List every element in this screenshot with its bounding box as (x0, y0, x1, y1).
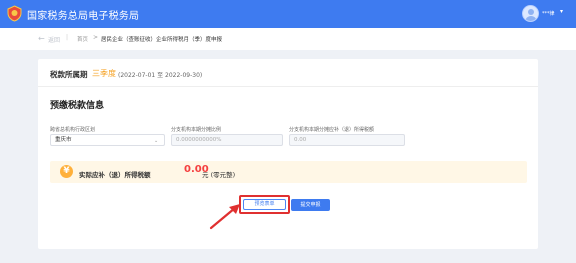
allocated-tax-label: 分支机构本期分摊应补（退）所得税额 (289, 127, 375, 133)
tax-period-range: (2022-07-01 至 2022-09-30) (118, 72, 203, 79)
yuan-coin-icon: ¥ (60, 165, 73, 178)
user-avatar[interactable] (522, 5, 539, 22)
chevron-down-icon[interactable]: ⌄ (154, 138, 158, 144)
region-select[interactable]: 重庆市 (50, 134, 165, 146)
chevron-down-icon[interactable]: ▾ (560, 8, 563, 15)
breadcrumb-home-link[interactable]: 首页 (77, 35, 88, 43)
allocated-tax-field: 0.00 (289, 134, 405, 146)
main-card (38, 59, 538, 249)
user-name[interactable]: ***律 (542, 10, 555, 17)
preview-form-button[interactable]: 预览表单 (243, 199, 286, 210)
tax-bureau-logo-icon (7, 5, 22, 22)
region-field-label: 跨省总机构行政区划 (50, 127, 96, 133)
allocation-ratio-field: 0.0000000000% (171, 134, 283, 146)
tax-period-label: 税款所属期 (50, 70, 88, 79)
actual-tax-unit: 元 (零元整) (202, 171, 236, 179)
breadcrumb-separator: > (93, 34, 99, 41)
avatar-head-icon (528, 9, 534, 15)
app-title: 国家税务总局电子税务局 (27, 11, 140, 22)
tax-period-quarter: 三季度 (92, 69, 116, 78)
actual-tax-label: 实际应补（退）所得税额 (79, 171, 151, 179)
allocation-ratio-label: 分支机构本期分摊比例 (171, 127, 222, 133)
submit-declaration-button[interactable]: 提交申报 (291, 199, 330, 211)
breadcrumb-divider: | (66, 34, 69, 41)
back-arrow-icon[interactable]: ← (38, 34, 45, 43)
back-link[interactable]: 返回 (48, 35, 60, 44)
annotation-arrow-icon (209, 204, 240, 230)
breadcrumb-current: 居民企业（查账征收）企业所得税月（季）度申报 (101, 37, 223, 43)
section-title: 预缴税款信息 (50, 101, 105, 111)
